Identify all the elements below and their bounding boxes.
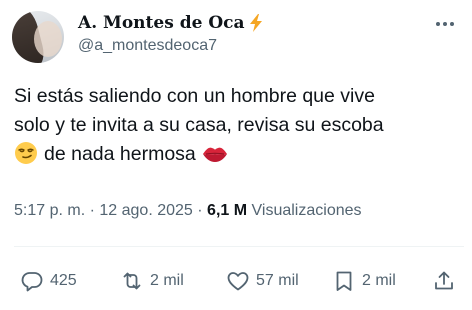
author-display-name[interactable]: A. Montes de Oca bbox=[78, 13, 245, 33]
views-count[interactable]: 6,1 M bbox=[207, 202, 247, 219]
meta-separator: · bbox=[89, 202, 95, 219]
like-button[interactable]: 57 mil bbox=[226, 266, 299, 296]
author-handle[interactable]: @a_montesdeoca7 bbox=[78, 37, 217, 55]
tweet-line-text: de nada hermosa bbox=[44, 143, 196, 165]
tweet-line-with-emoji: de nada hermosa bbox=[14, 140, 464, 169]
share-icon bbox=[435, 271, 453, 290]
reply-count: 425 bbox=[50, 272, 77, 289]
kiss-mark-icon bbox=[202, 144, 227, 168]
more-dot-icon bbox=[436, 22, 440, 26]
tweet-time[interactable]: 5:17 p. m. bbox=[14, 202, 85, 219]
reply-icon bbox=[21, 272, 43, 292]
author-name-row[interactable]: A. Montes de Oca bbox=[78, 12, 265, 34]
reply-button[interactable]: 425 bbox=[20, 266, 77, 296]
tweet-line: Si estás saliendo con un hombre que vive bbox=[14, 85, 375, 107]
views-label: Visualizaciones bbox=[251, 202, 362, 219]
share-button[interactable] bbox=[432, 266, 456, 296]
repost-count: 2 mil bbox=[150, 272, 184, 289]
avatar-face bbox=[34, 21, 62, 57]
repost-button[interactable]: 2 mil bbox=[120, 266, 184, 296]
meta-separator: · bbox=[197, 202, 203, 219]
avatar[interactable] bbox=[12, 11, 64, 63]
bookmark-count: 2 mil bbox=[362, 272, 396, 289]
tweet-date[interactable]: 12 ago. 2025 bbox=[99, 202, 192, 219]
tweet-text: Si estás saliendo con un hombre que vive… bbox=[14, 82, 464, 169]
tweet-line: solo y te invita a su casa, revisa su es… bbox=[14, 114, 384, 136]
smirking-face-emoji-icon bbox=[14, 141, 38, 165]
like-count: 57 mil bbox=[256, 272, 299, 289]
repost-icon bbox=[123, 272, 141, 290]
more-options-button[interactable] bbox=[432, 14, 458, 34]
divider bbox=[14, 246, 464, 247]
bookmark-button[interactable]: 2 mil bbox=[332, 266, 396, 296]
more-dot-icon bbox=[443, 22, 447, 26]
action-bar: 425 2 mil 57 mil 2 mil bbox=[14, 266, 464, 296]
more-dot-icon bbox=[450, 22, 454, 26]
lightning-bolt-icon bbox=[247, 13, 265, 33]
heart-icon bbox=[227, 272, 249, 291]
bookmark-icon bbox=[336, 271, 352, 291]
tweet-meta: 5:17 p. m. · 12 ago. 2025 · 6,1 M Visual… bbox=[14, 202, 362, 220]
